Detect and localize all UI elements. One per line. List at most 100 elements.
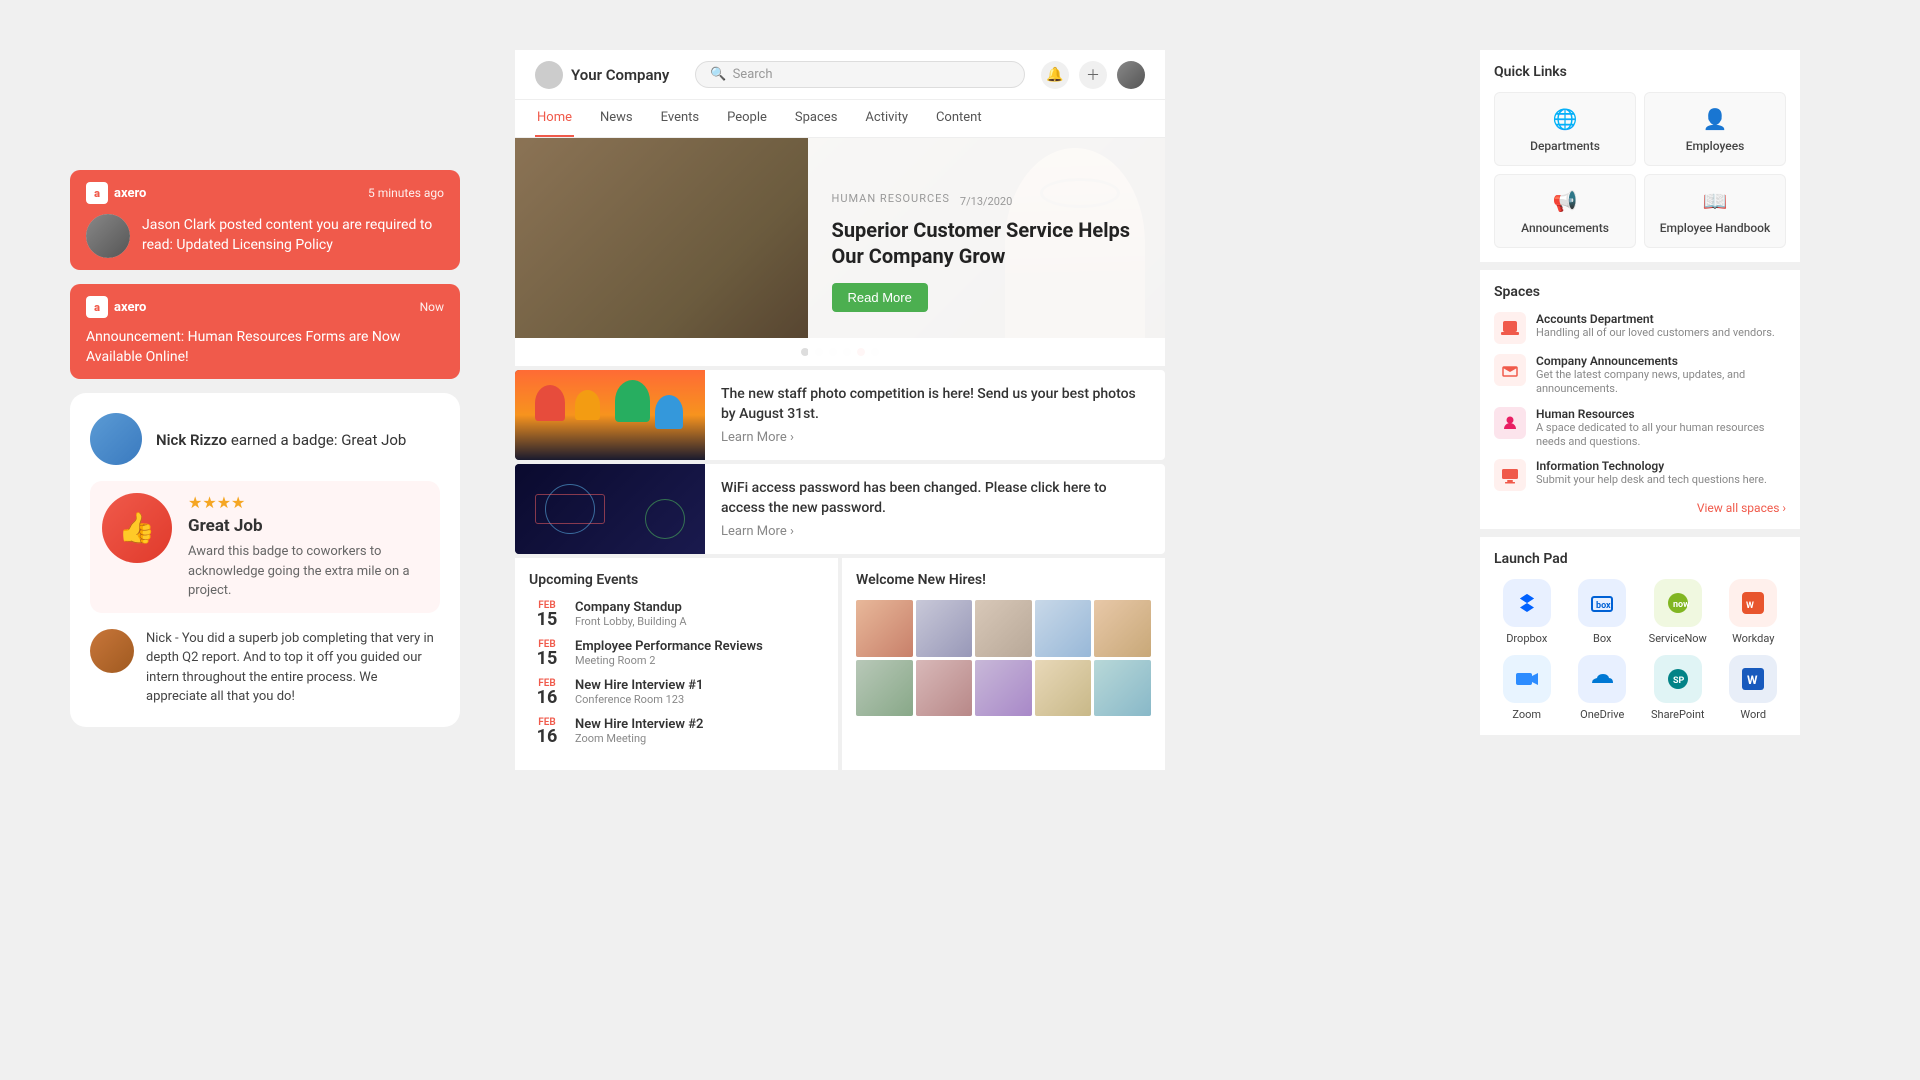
badge-icon: 👍 <box>102 493 172 563</box>
quick-link-handbook-label: Employee Handbook <box>1660 221 1770 235</box>
hero-section: HUMAN RESOURCES 7/13/2020 Superior Custo… <box>515 138 1165 366</box>
hr-space-icon <box>1494 407 1526 439</box>
search-icon: 🔍 <box>710 67 726 82</box>
events-title: Upcoming Events <box>529 572 824 588</box>
nav-activity[interactable]: Activity <box>863 100 910 137</box>
read-more-button[interactable]: Read More <box>832 283 928 312</box>
news-content-2: WiFi access password has been changed. P… <box>705 464 1165 554</box>
svg-text:now: now <box>1673 600 1690 610</box>
hire-photo-3 <box>975 600 1032 657</box>
notif-text-1: Jason Clark posted content you are requi… <box>142 216 444 255</box>
badge-activity-card: Nick Rizzo earned a badge: Great Job 👍 ★… <box>70 393 460 727</box>
plus-icon[interactable]: ＋ <box>1079 61 1107 89</box>
app-sharepoint[interactable]: SP SharePoint <box>1645 655 1711 721</box>
left-panel: a axero 5 minutes ago Jason Clark posted… <box>70 170 460 727</box>
event-item-4[interactable]: FEB 16 New Hire Interview #2 Zoom Meetin… <box>529 717 824 746</box>
app-servicenow-label: ServiceNow <box>1649 632 1707 645</box>
hero-category: HUMAN RESOURCES <box>832 192 950 205</box>
space-item-accounts[interactable]: Accounts Department Handling all of our … <box>1494 312 1786 344</box>
space-item-hr[interactable]: Human Resources A space dedicated to all… <box>1494 407 1786 450</box>
app-word[interactable]: W Word <box>1721 655 1787 721</box>
app-onedrive[interactable]: OneDrive <box>1570 655 1636 721</box>
app-dropbox[interactable]: Dropbox <box>1494 579 1560 645</box>
badge-content: 👍 ★★★★ Great Job Award this badge to cow… <box>90 481 440 613</box>
hire-photo-6 <box>856 660 913 717</box>
sharepoint-icon: SP <box>1654 655 1702 703</box>
quick-link-departments[interactable]: 🌐 Departments <box>1494 92 1636 166</box>
notif-time-2: Now <box>420 300 444 314</box>
event-name-4: New Hire Interview #2 <box>575 717 703 732</box>
news-card-1: The new staff photo competition is here!… <box>515 370 1165 460</box>
notif-avatar-1 <box>86 214 130 258</box>
event-name-3: New Hire Interview #1 <box>575 678 703 693</box>
hero-title: Superior Customer Service Helps Our Comp… <box>832 217 1142 269</box>
comment-avatar <box>90 629 134 673</box>
event-day-2: 15 <box>529 650 565 668</box>
spaces-title: Spaces <box>1494 284 1786 300</box>
event-location-1: Front Lobby, Building A <box>575 615 687 628</box>
hire-photo-4 <box>1035 600 1092 657</box>
space-name-it: Information Technology <box>1536 459 1767 473</box>
departments-icon: 🌐 <box>1551 105 1579 133</box>
badge-description: Award this badge to coworkers to acknowl… <box>188 542 428 601</box>
quick-link-handbook[interactable]: 📖 Employee Handbook <box>1644 174 1786 248</box>
nav-content[interactable]: Content <box>934 100 984 137</box>
quick-links-title: Quick Links <box>1494 64 1786 80</box>
view-all-spaces-link[interactable]: View all spaces › <box>1494 501 1786 515</box>
nav-home[interactable]: Home <box>535 100 574 137</box>
accounts-space-icon <box>1494 312 1526 344</box>
new-hires-grid <box>856 600 1151 716</box>
nav-people[interactable]: People <box>725 100 769 137</box>
learn-more-1[interactable]: Learn More › <box>721 430 1149 445</box>
new-hires-section: Welcome New Hires! <box>842 558 1165 770</box>
space-desc-accounts: Handling all of our loved customers and … <box>1536 326 1775 340</box>
badge-user-name: Nick Rizzo earned a badge: Great Job <box>156 430 406 449</box>
quick-link-employees-label: Employees <box>1686 139 1745 153</box>
hero-date: 7/13/2020 <box>960 195 1012 208</box>
event-name-1: Company Standup <box>575 600 687 615</box>
nav-news[interactable]: News <box>598 100 635 137</box>
event-item-3[interactable]: FEB 16 New Hire Interview #1 Conference … <box>529 678 824 707</box>
bell-icon[interactable]: 🔔 <box>1041 61 1069 89</box>
event-day-3: 16 <box>529 689 565 707</box>
svg-text:W: W <box>1747 673 1758 687</box>
company-logo-area[interactable]: Your Company <box>535 61 669 89</box>
hire-photo-7 <box>916 660 973 717</box>
app-dropbox-label: Dropbox <box>1506 632 1547 645</box>
learn-more-2[interactable]: Learn More › <box>721 524 1149 539</box>
space-name-announcements: Company Announcements <box>1536 354 1786 368</box>
main-content-area: Your Company 🔍 Search 🔔 ＋ Home News Even… <box>515 50 1165 770</box>
news-content-1: The new staff photo competition is here!… <box>705 370 1165 460</box>
axero-icon: a <box>86 182 108 204</box>
event-item-1[interactable]: FEB 15 Company Standup Front Lobby, Buil… <box>529 600 824 629</box>
hire-photo-8 <box>975 660 1032 717</box>
space-desc-announcements: Get the latest company news, updates, an… <box>1536 368 1786 397</box>
app-zoom[interactable]: Zoom <box>1494 655 1560 721</box>
app-onedrive-label: OneDrive <box>1580 708 1624 721</box>
space-item-announcements[interactable]: Company Announcements Get the latest com… <box>1494 354 1786 397</box>
search-bar[interactable]: 🔍 Search <box>695 61 1025 88</box>
nav-events[interactable]: Events <box>659 100 701 137</box>
app-servicenow[interactable]: now ServiceNow <box>1645 579 1711 645</box>
news-title-1: The new staff photo competition is here!… <box>721 385 1149 424</box>
event-item-2[interactable]: FEB 15 Employee Performance Reviews Meet… <box>529 639 824 668</box>
quick-link-announcements-label: Announcements <box>1521 221 1609 235</box>
nav-spaces[interactable]: Spaces <box>793 100 840 137</box>
app-workday-label: Workday <box>1732 632 1774 645</box>
notification-card-1[interactable]: a axero 5 minutes ago Jason Clark posted… <box>70 170 460 270</box>
space-item-it[interactable]: Information Technology Submit your help … <box>1494 459 1786 491</box>
quick-link-announcements[interactable]: 📢 Announcements <box>1494 174 1636 248</box>
hire-photo-2 <box>916 600 973 657</box>
user-avatar-nav[interactable] <box>1117 61 1145 89</box>
app-box[interactable]: box Box <box>1570 579 1636 645</box>
axero-brand: a axero <box>86 182 146 204</box>
app-workday[interactable]: W Workday <box>1721 579 1787 645</box>
event-day-1: 15 <box>529 611 565 629</box>
app-box-label: Box <box>1593 632 1611 645</box>
notification-card-2[interactable]: a axero Now Announcement: Human Resource… <box>70 284 460 379</box>
space-name-accounts: Accounts Department <box>1536 312 1775 326</box>
axero-icon-2: a <box>86 296 108 318</box>
hire-photo-9 <box>1035 660 1092 717</box>
quick-link-employees[interactable]: 👤 Employees <box>1644 92 1786 166</box>
announcements-space-icon <box>1494 354 1526 386</box>
